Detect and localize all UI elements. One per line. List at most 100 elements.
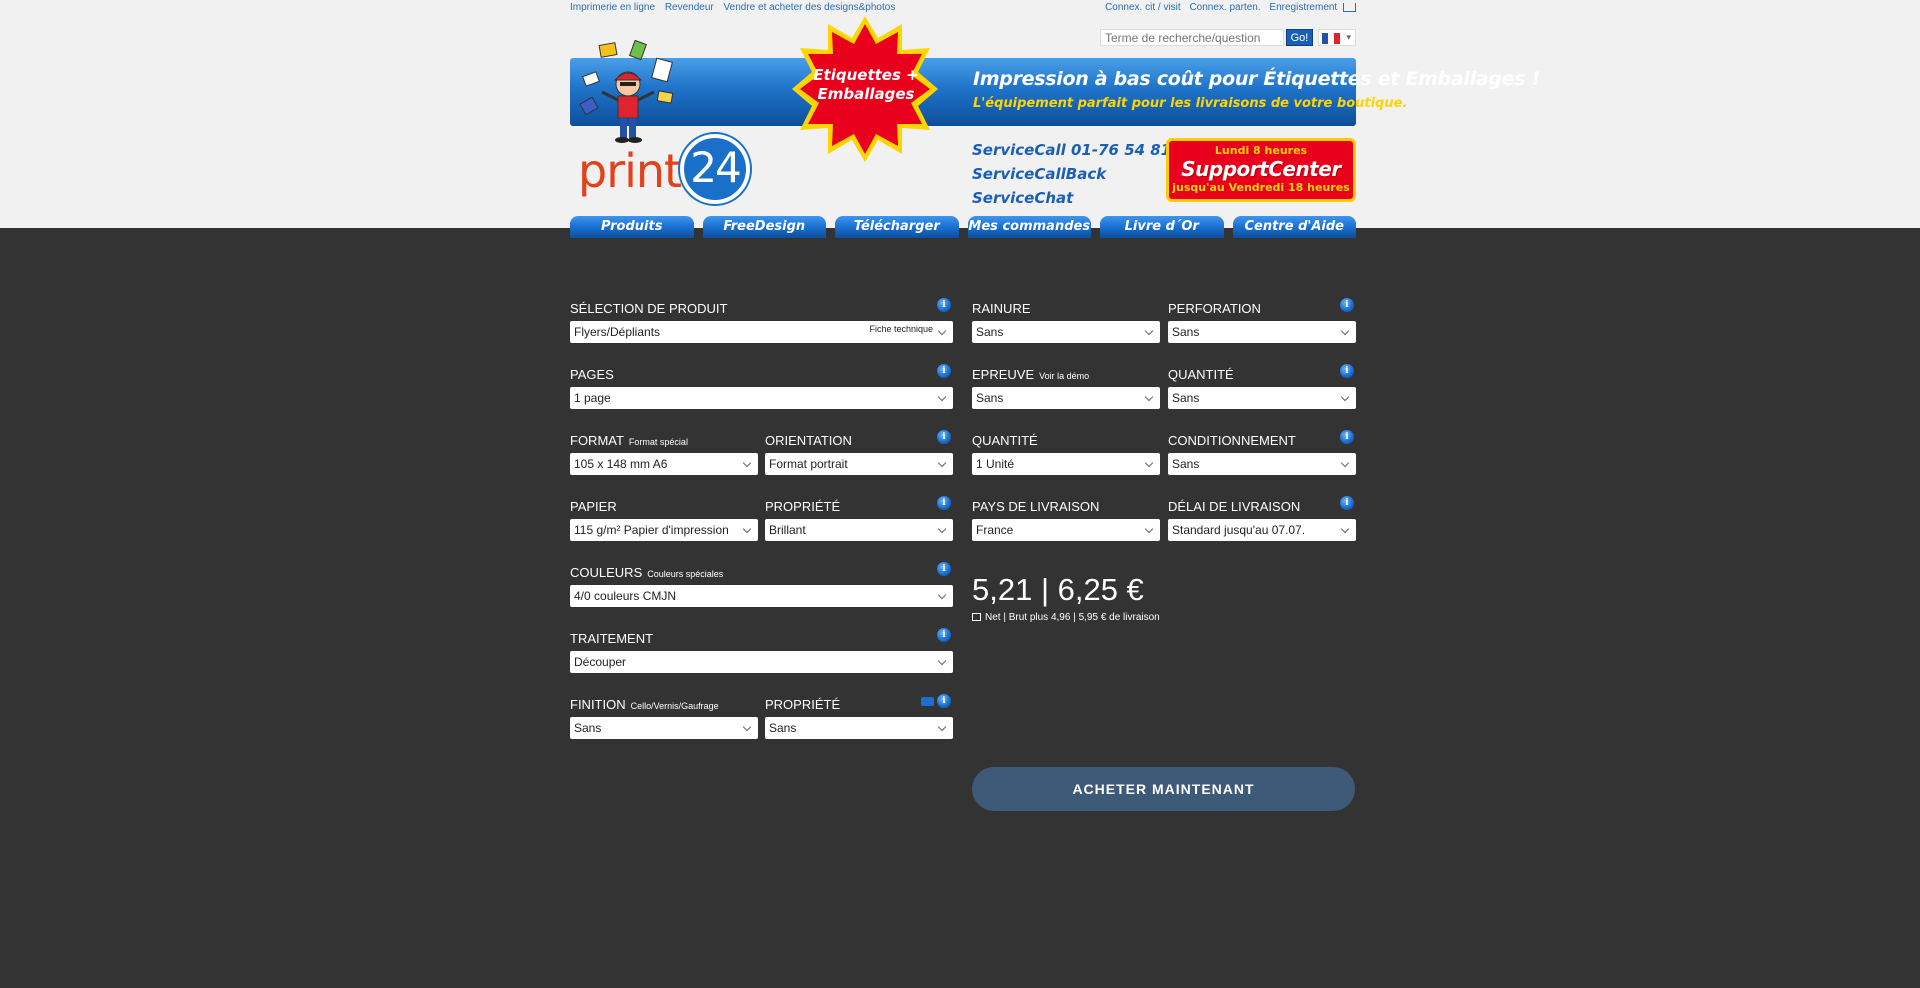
proof-info-icon[interactable]: i [1340,364,1354,378]
format-label-text: FORMAT [570,433,624,448]
chevron-down-icon [1145,387,1155,409]
price-display: 5,21 | 6,25 € [972,572,1144,607]
packaging-info-icon[interactable]: i [1340,430,1354,444]
perforation-select[interactable]: Sans [1168,321,1356,343]
chevron-down-icon [938,453,948,475]
link-partner-login[interactable]: Connex. parten. [1189,2,1260,13]
packaging-select-value: Sans [1172,457,1200,471]
search-go-button[interactable]: Go! [1286,29,1313,46]
treatment-select[interactable]: Découper [570,651,953,673]
service-call-link[interactable]: ServiceCall 01-76 54 81 73 [972,138,1197,162]
orientation-label: ORIENTATION [765,433,852,448]
delivery-country-select[interactable]: France [972,519,1160,541]
special-format-link[interactable]: Format spécial [629,437,688,447]
calendar-icon [972,613,981,621]
pages-label: PAGES [570,367,614,382]
treatment-info-icon[interactable]: i [937,628,951,642]
badge-line2: Emballages [818,85,915,103]
chevron-down-icon [938,321,948,343]
chevron-down-icon [938,387,948,409]
nav-tab-help-center[interactable]: Centre d'Aide [1232,216,1356,238]
pages-select[interactable]: 1 page [570,387,953,409]
paper-property-select-value: Brillant [769,523,806,537]
orientation-select-value: Format portrait [769,457,848,471]
finish-property-label: PROPRIÉTÉ [765,697,841,712]
chevron-down-icon [1145,321,1155,343]
link-customer-login[interactable]: Connex. cit / visit [1105,2,1181,13]
link-register[interactable]: Enregistrement [1269,2,1337,13]
proof-quantity-select-value: Sans [1172,391,1200,405]
support-center-badge[interactable]: Lundi 8 heures SupportCenter jusqu'au Ve… [1166,138,1356,202]
paper-info-icon[interactable]: i [937,496,951,510]
finish-select[interactable]: Sans [570,717,758,739]
proof-select-value: Sans [976,391,1004,405]
format-select[interactable]: 105 x 148 mm A6 [570,453,758,475]
delivery-time-label: DÉLAI DE LIVRAISON [1168,499,1301,514]
chevron-down-icon [1341,387,1351,409]
nav-tab-upload[interactable]: Télécharger [835,216,959,238]
proof-label-text: EPREUVE [972,367,1035,382]
colors-info-icon[interactable]: i [937,562,951,576]
colors-select[interactable]: 4/0 couleurs CMJN [570,585,953,607]
top-links-bar: Imprimerie en ligne Revendeur Vendre et … [570,2,1356,16]
chevron-down-icon: ▾ [1346,32,1351,42]
proof-quantity-select[interactable]: Sans [1168,387,1356,409]
service-callback-link[interactable]: ServiceCallBack [972,162,1197,186]
product-select-value: Flyers/Dépliants [574,325,661,339]
groove-info-icon[interactable]: i [1340,298,1354,312]
banner-headline: Impression à bas coût pour Étiquettes et… [973,68,1540,90]
tech-sheet-link[interactable]: Fiche technique [869,321,933,340]
chevron-down-icon [938,519,948,541]
finish-info-icon[interactable]: i [937,694,951,708]
promo-banner[interactable]: Impression à bas coût pour Étiquettes et… [570,58,1540,126]
service-links: ServiceCall 01-76 54 81 73 ServiceCallBa… [972,138,1197,210]
nav-tab-guestbook[interactable]: Livre d´Or [1100,216,1224,238]
groove-label: RAINURE [972,301,1031,316]
link-sell-designs[interactable]: Vendre et acheter des designs&photos [724,2,896,13]
link-reseller[interactable]: Revendeur [665,2,714,13]
perforation-select-value: Sans [1172,325,1200,339]
nav-tab-products[interactable]: Produits [570,216,694,238]
site-header: Imprimerie en ligne Revendeur Vendre et … [0,0,1920,238]
product-info-icon[interactable]: i [937,298,951,312]
paper-select[interactable]: 115 g/m² Papier d'impression [570,519,758,541]
buy-now-button[interactable]: ACHETER MAINTENANT [972,767,1355,811]
groove-select[interactable]: Sans [972,321,1160,343]
search-input[interactable] [1100,29,1284,46]
search-row: Go! ▾ [570,28,1356,48]
nav-tab-freedesign[interactable]: FreeDesign [702,216,826,238]
delivery-info-icon[interactable]: i [1340,496,1354,510]
price-note-text: Net | Brut plus 4,96 | 5,95 € de livrais… [985,612,1160,623]
finish-property-select-value: Sans [769,721,797,735]
cart-icon[interactable] [1343,2,1356,12]
delivery-time-select[interactable]: Standard jusqu'au 07.07. [1168,519,1356,541]
paper-property-label: PROPRIÉTÉ [765,499,841,514]
proof-select[interactable]: Sans [972,387,1160,409]
chevron-down-icon [1341,453,1351,475]
packaging-select[interactable]: Sans [1168,453,1356,475]
format-info-icon[interactable]: i [937,430,951,444]
print24-logo[interactable]: print 24 [578,130,758,210]
product-select[interactable]: Flyers/Dépliants Fiche technique [570,321,953,343]
link-online-printing[interactable]: Imprimerie en ligne [570,2,655,13]
language-select[interactable]: ▾ [1318,29,1356,46]
pages-info-icon[interactable]: i [937,364,951,378]
chevron-down-icon [1145,519,1155,541]
video-camera-icon[interactable] [921,697,934,706]
special-colors-link[interactable]: Couleurs spéciales [647,569,723,579]
service-chat-link[interactable]: ServiceChat [972,186,1197,210]
logo-number: 24 [690,143,741,192]
delivery-country-select-value: France [976,523,1014,537]
chevron-down-icon [938,651,948,673]
paper-property-select[interactable]: Brillant [765,519,953,541]
labels-packaging-badge[interactable]: Etiquettes + Emballages [790,14,940,164]
demo-link[interactable]: Voir la démo [1039,371,1089,381]
proof-quantity-label: QUANTITÉ [1168,367,1234,382]
quantity-select[interactable]: 1 Unité [972,453,1160,475]
proof-label: EPREUVE Voir la démo [972,367,1089,382]
quantity-select-value: 1 Unité [976,457,1015,471]
nav-tab-my-orders[interactable]: Mes commandes [967,216,1091,238]
finish-property-select[interactable]: Sans [765,717,953,739]
support-hours-end: jusqu'au Vendredi 18 heures [1172,181,1350,194]
orientation-select[interactable]: Format portrait [765,453,953,475]
